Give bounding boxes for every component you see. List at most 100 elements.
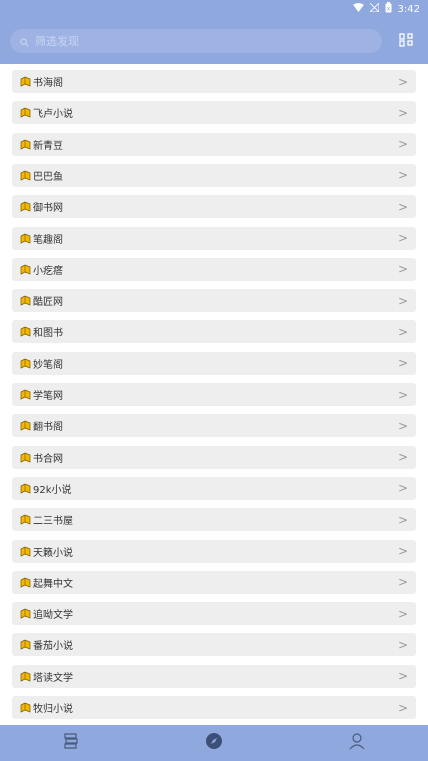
status-time: 3:42 bbox=[397, 3, 420, 15]
list-item[interactable]: 酷匠网 > bbox=[12, 289, 416, 313]
chevron-right-icon: > bbox=[397, 418, 408, 433]
list-item-label: 酷匠网 bbox=[33, 297, 63, 309]
book-source-icon bbox=[20, 107, 31, 118]
chevron-right-icon: > bbox=[397, 168, 408, 183]
list-item[interactable]: 笔趣阁 > bbox=[12, 226, 416, 250]
list-item-label: 书海阁 bbox=[33, 78, 63, 89]
book-source-icon bbox=[20, 233, 31, 244]
list-item-label: 和图书 bbox=[33, 328, 63, 340]
book-source-icon bbox=[20, 452, 31, 463]
signal-icon bbox=[368, 1, 379, 15]
list-item[interactable]: 起舞中文 > bbox=[12, 570, 416, 594]
wifi-icon bbox=[352, 3, 364, 15]
list-item[interactable]: 新青豆 > bbox=[12, 132, 416, 156]
list-item-label: 书合网 bbox=[33, 453, 63, 465]
chevron-right-icon: > bbox=[397, 575, 408, 590]
list-item[interactable]: 学笔网 > bbox=[12, 383, 416, 406]
list-item[interactable]: 番茄小说 > bbox=[12, 633, 416, 657]
chevron-right-icon: > bbox=[397, 669, 408, 684]
list-item-label: 追呦文学 bbox=[33, 610, 73, 622]
chevron-right-icon: > bbox=[397, 293, 408, 308]
list-item[interactable]: 天籁小说 > bbox=[12, 539, 416, 563]
list-item-label: 翻书阁 bbox=[33, 422, 63, 434]
book-source-icon bbox=[20, 671, 31, 682]
book-source-icon bbox=[20, 702, 31, 713]
list-item-label: 番茄小说 bbox=[33, 641, 73, 653]
qr-scan-button[interactable] bbox=[394, 29, 418, 53]
list-item-label: 笔趣阁 bbox=[33, 234, 63, 246]
search-input[interactable]: 筛选发现 bbox=[10, 29, 382, 53]
list-item-label: 学笔网 bbox=[33, 391, 63, 402]
list-item[interactable]: 巴巴鱼 > bbox=[12, 163, 416, 187]
book-source-icon bbox=[20, 577, 31, 588]
book-source-icon bbox=[20, 514, 31, 525]
list-item-label: 小疙瘩 bbox=[33, 265, 63, 277]
chevron-right-icon: > bbox=[397, 481, 408, 496]
list-item[interactable]: 翻书阁 > bbox=[12, 414, 416, 438]
list-item[interactable]: 飞卢小说 > bbox=[12, 101, 416, 125]
list-item[interactable]: 御书网 > bbox=[12, 195, 416, 219]
list-item[interactable]: 妙笔阁 > bbox=[12, 351, 416, 375]
book-source-icon bbox=[20, 170, 31, 181]
chevron-right-icon: > bbox=[397, 356, 408, 371]
chevron-right-icon: > bbox=[397, 74, 408, 89]
book-source-icon bbox=[20, 639, 31, 650]
status-bar: x 3:42 bbox=[0, 0, 428, 18]
book-source-icon bbox=[20, 326, 31, 337]
list-item-label: 二三书屋 bbox=[33, 516, 73, 528]
chevron-right-icon: > bbox=[397, 324, 408, 339]
list-item-label: 新青豆 bbox=[33, 140, 63, 152]
chevron-right-icon: > bbox=[397, 606, 408, 621]
chevron-right-icon: > bbox=[397, 544, 408, 558]
tab-bookshelf[interactable] bbox=[51, 725, 91, 761]
list-item-label: 天籁小说 bbox=[33, 547, 73, 559]
list-item[interactable]: 和图书 > bbox=[12, 320, 416, 344]
search-placeholder: 筛选发现 bbox=[35, 35, 79, 48]
chevron-right-icon: > bbox=[397, 450, 408, 465]
tab-discover[interactable] bbox=[194, 725, 234, 761]
list-item-label: 塔读文学 bbox=[33, 672, 73, 684]
list-item-label: 牧归小说 bbox=[33, 704, 73, 715]
list-item-label: 92k小说 bbox=[33, 484, 72, 496]
book-source-icon bbox=[20, 264, 31, 275]
chevron-right-icon: > bbox=[397, 637, 408, 652]
bottom-nav bbox=[0, 725, 428, 761]
book-source-icon bbox=[20, 358, 31, 369]
list-item[interactable]: 追呦文学 > bbox=[12, 602, 416, 626]
list-item-label: 御书网 bbox=[33, 203, 63, 215]
svg-text:x: x bbox=[386, 6, 390, 13]
list-item[interactable]: 小疙瘩 > bbox=[12, 257, 416, 281]
book-source-icon bbox=[20, 295, 31, 306]
search-icon bbox=[20, 32, 29, 51]
compass-icon bbox=[205, 732, 223, 754]
chevron-right-icon: > bbox=[397, 105, 408, 120]
chevron-right-icon: > bbox=[397, 231, 408, 245]
book-source-icon bbox=[20, 608, 31, 619]
top-bar: 筛选发现 bbox=[0, 18, 428, 64]
chevron-right-icon: > bbox=[397, 199, 408, 214]
list-item[interactable]: 92k小说 > bbox=[12, 476, 416, 500]
book-source-icon bbox=[20, 420, 31, 431]
book-source-icon bbox=[20, 546, 31, 557]
chevron-right-icon: > bbox=[397, 387, 408, 402]
list-item[interactable]: 二三书屋 > bbox=[12, 508, 416, 532]
list-item[interactable]: 书海阁 > bbox=[12, 70, 416, 93]
person-icon bbox=[348, 732, 366, 754]
qr-scan-icon bbox=[399, 32, 413, 51]
list-item[interactable]: 书合网 > bbox=[12, 445, 416, 469]
list-item[interactable]: 牧归小说 > bbox=[12, 696, 416, 719]
tab-profile[interactable] bbox=[337, 725, 377, 761]
bookshelf-icon bbox=[62, 732, 80, 754]
chevron-right-icon: > bbox=[397, 700, 408, 715]
list-item-label: 妙笔阁 bbox=[33, 359, 63, 371]
list-item-label: 巴巴鱼 bbox=[33, 171, 63, 183]
chevron-right-icon: > bbox=[397, 512, 408, 527]
chevron-right-icon: > bbox=[397, 137, 408, 152]
source-list: 书海阁 > 飞卢小说 > 新青豆 > 巴巴鱼 > 御书网 > 笔趣阁 > 小疙瘩 > 酷匠网 > 和图书 > 妙笔阁… bbox=[0, 64, 428, 725]
battery-icon: x bbox=[385, 2, 392, 16]
book-source-icon bbox=[20, 139, 31, 150]
list-item-label: 起舞中文 bbox=[33, 578, 73, 590]
book-source-icon bbox=[20, 76, 31, 87]
list-item[interactable]: 塔读文学 > bbox=[12, 664, 416, 688]
book-source-icon bbox=[20, 389, 31, 400]
